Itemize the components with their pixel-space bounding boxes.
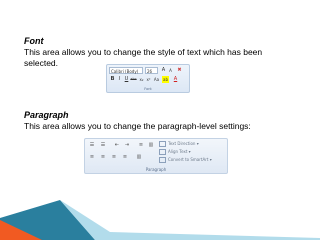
paragraph-description: This area allows you to change the parag… <box>24 121 251 131</box>
shrink-font-button[interactable]: A <box>167 67 174 74</box>
orange-shape <box>0 220 42 240</box>
align-text-command[interactable]: Align Text ▾ <box>159 149 191 155</box>
font-color-button[interactable]: A <box>172 76 179 83</box>
font-ribbon-group: Calibri (Body) 26 A A ✖ B I U abc x₂ x² … <box>106 64 190 93</box>
align-center-icon[interactable]: ≡ <box>99 154 107 160</box>
highlight-button[interactable]: ab <box>162 76 169 83</box>
font-group-caption: Font <box>144 87 152 91</box>
columns-2-icon[interactable]: ▥ <box>135 154 143 160</box>
bold-button[interactable]: B <box>109 76 116 83</box>
convert-smartart-command[interactable]: Convert to SmartArt ▾ <box>159 157 212 163</box>
paragraph-group-caption: Paragraph <box>145 167 167 172</box>
numbering-icon[interactable]: ☰ <box>99 142 107 148</box>
font-title: Font <box>24 36 44 46</box>
align-text-label: Align Text <box>168 149 188 154</box>
underline-button[interactable]: U <box>123 76 130 83</box>
font-size-combo[interactable]: 26 <box>145 67 158 74</box>
clear-formatting-icon[interactable]: ✖ <box>176 67 183 74</box>
strikethrough-button[interactable]: abc <box>130 76 137 83</box>
paragraph-ribbon-group: ☰ ☰ ⇤ ⇥ ≡ ▥ ≡ ≡ ≡ ≡ ▥ Text Direction ▾ A… <box>84 138 228 174</box>
increase-indent-icon[interactable]: ⇥ <box>123 142 131 148</box>
smartart-icon <box>159 157 166 163</box>
align-left-icon[interactable]: ≡ <box>88 154 96 160</box>
columns-icon[interactable]: ▥ <box>147 142 155 148</box>
decorative-corner-shapes <box>0 200 320 240</box>
superscript-button[interactable]: x² <box>145 76 152 83</box>
convert-smartart-label: Convert to SmartArt <box>168 157 209 162</box>
text-direction-command[interactable]: Text Direction ▾ <box>159 141 199 147</box>
change-case-button[interactable]: Aa <box>153 76 160 83</box>
align-right-icon[interactable]: ≡ <box>110 154 118 160</box>
italic-button[interactable]: I <box>116 76 123 83</box>
bullets-icon[interactable]: ☰ <box>88 142 96 148</box>
grow-font-button[interactable]: A <box>160 67 167 74</box>
font-name-combo[interactable]: Calibri (Body) <box>109 67 143 74</box>
teal-shape <box>0 200 95 240</box>
paragraph-title: Paragraph <box>24 110 69 120</box>
justify-icon[interactable]: ≡ <box>121 154 129 160</box>
light-blue-shape <box>60 200 320 240</box>
subscript-button[interactable]: x₂ <box>138 76 145 83</box>
text-direction-icon <box>159 141 166 147</box>
line-spacing-icon[interactable]: ≡ <box>137 142 145 148</box>
decrease-indent-icon[interactable]: ⇤ <box>113 142 121 148</box>
text-direction-label: Text Direction <box>168 141 196 146</box>
align-text-icon <box>159 149 166 155</box>
paragraph-section: Paragraph This area allows you to change… <box>24 110 304 132</box>
